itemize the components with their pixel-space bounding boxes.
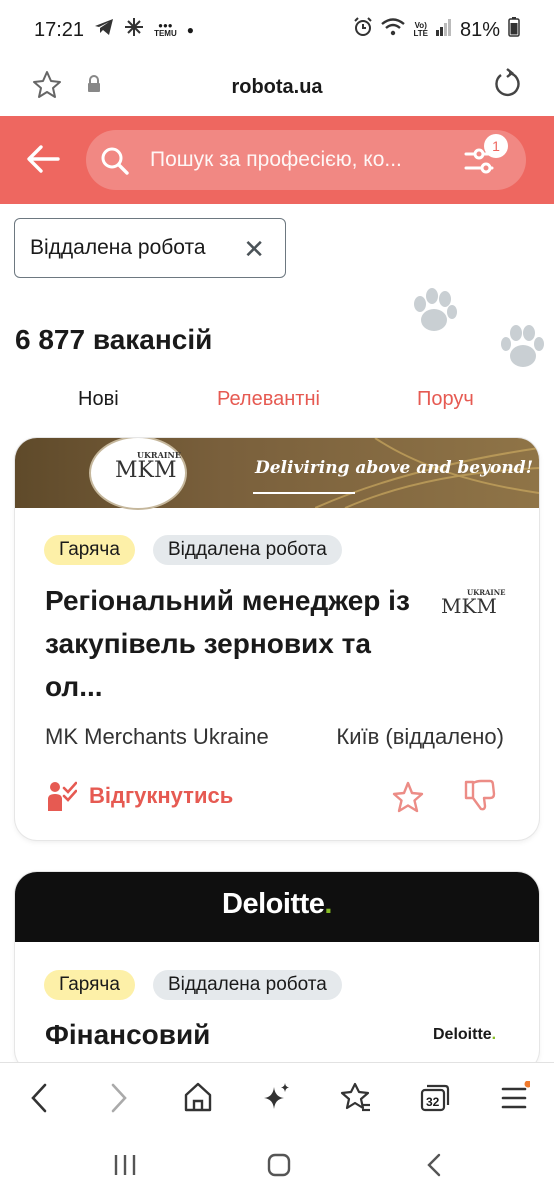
apply-button[interactable]: Відгукнутись — [45, 780, 233, 812]
ai-sparkle-icon[interactable] — [262, 1081, 292, 1118]
mkm-logo: MKM UKRAINE — [89, 438, 187, 510]
company-banner: Deloitte. — [15, 872, 539, 942]
url-text[interactable]: robota.ua — [0, 76, 554, 99]
system-back-icon[interactable] — [424, 1152, 446, 1183]
home-button-icon[interactable] — [266, 1152, 292, 1183]
lte-icon: Vo) LTE — [413, 21, 428, 38]
banner-slogan: Deliviring above and beyond! — [255, 458, 534, 478]
forward-icon[interactable] — [108, 1081, 130, 1120]
home-icon[interactable] — [183, 1081, 213, 1118]
temu-icon: ●●● TEMU — [154, 21, 177, 38]
tab-new[interactable]: Нові — [78, 388, 119, 411]
tag-remote: Віддалена робота — [153, 535, 342, 565]
close-icon[interactable]: ✕ — [243, 236, 265, 262]
signal-icon — [435, 18, 452, 42]
favorite-star-icon[interactable] — [392, 781, 424, 818]
browser-address-bar: robota.ua — [0, 58, 554, 116]
menu-icon[interactable] — [500, 1080, 532, 1118]
paw-icon — [414, 288, 457, 331]
search-icon — [100, 146, 130, 181]
filter-chip-label: Віддалена робота — [30, 236, 206, 259]
search-header: Пошук за професією, ко... 1 — [0, 116, 554, 204]
job-title[interactable]: Регіональний менеджер із закупівель зерн… — [45, 579, 415, 708]
browser-toolbar: 32 — [0, 1062, 554, 1132]
reload-icon[interactable] — [492, 68, 522, 105]
recent-apps-icon[interactable] — [112, 1152, 138, 1183]
search-placeholder: Пошук за професією, ко... — [150, 148, 402, 171]
alarm-icon — [353, 17, 373, 43]
job-card[interactable]: Deloitte. Гаряча Віддалена робота Фінанс… — [15, 872, 539, 1072]
battery-icon — [508, 17, 520, 43]
dislike-icon[interactable] — [463, 778, 497, 817]
bookmarks-star-icon[interactable] — [340, 1081, 372, 1118]
tag-hot: Гаряча — [44, 970, 135, 1000]
battery-percent: 81% — [459, 18, 500, 41]
deloitte-logo: Deloitte. — [222, 888, 332, 920]
company-logo: MKM UKRAINE — [441, 588, 506, 618]
tabs-icon[interactable]: 32 — [420, 1081, 450, 1118]
tab-count: 32 — [426, 1095, 440, 1109]
company-logo: Deloitte. — [433, 1026, 497, 1043]
dot-icon: ● — [186, 23, 194, 37]
apply-icon — [48, 781, 77, 811]
status-time: 17:21 — [34, 18, 85, 41]
search-input[interactable]: Пошук за професією, ко... 1 — [86, 130, 526, 190]
wifi-icon — [381, 18, 406, 42]
paw-icon — [501, 325, 544, 367]
back-arrow-icon[interactable] — [26, 144, 60, 179]
company-name[interactable]: MK Merchants Ukraine — [45, 724, 269, 750]
company-banner: MKM UKRAINE Deliviring above and beyond! — [15, 438, 539, 510]
system-nav-bar — [0, 1132, 554, 1200]
status-bar: 17:21 ●●● TEMU ● Vo) LTE 81% — [0, 0, 554, 60]
job-title[interactable]: Фінансовий — [45, 1013, 415, 1056]
telegram-icon — [94, 18, 114, 42]
back-icon[interactable] — [28, 1081, 50, 1120]
vacancy-count: 6 877 вакансій — [15, 324, 213, 355]
tag-hot: Гаряча — [44, 535, 135, 565]
job-card[interactable]: MKM UKRAINE Deliviring above and beyond!… — [15, 438, 539, 840]
tab-nearby[interactable]: Поруч — [417, 388, 474, 411]
job-city: Київ (віддалено) — [336, 724, 504, 749]
filter-count-badge: 1 — [484, 134, 508, 158]
banner-divider — [253, 492, 355, 494]
apply-label: Відгукнутись — [89, 783, 234, 808]
tab-relevant[interactable]: Релевантні — [217, 388, 320, 411]
tag-remote: Віддалена робота — [153, 970, 342, 1000]
sparkle-icon — [124, 17, 144, 43]
filter-chip-remote[interactable]: Віддалена робота ✕ — [14, 218, 286, 278]
